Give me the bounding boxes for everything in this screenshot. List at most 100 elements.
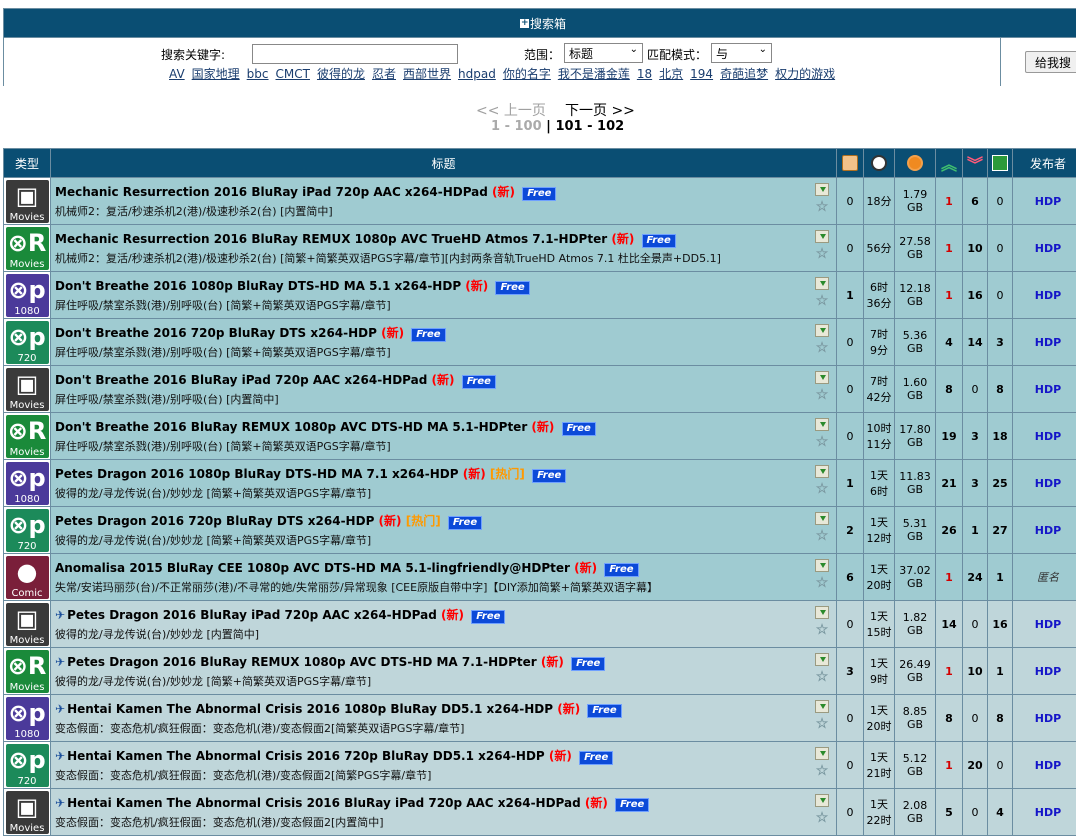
uploader-name[interactable]: HDP [1035,336,1061,349]
quick-link[interactable]: AV [169,67,185,81]
category-icon[interactable]: ▣ Movies [6,368,49,411]
torrent-title-link[interactable]: Petes Dragon 2016 BluRay REMUX 1080p AVC… [67,655,537,669]
quick-link[interactable]: 18 [637,67,652,81]
bookmark-star-icon[interactable]: ☆ [814,247,830,261]
bookmark-star-icon[interactable]: ☆ [814,200,830,214]
quick-link[interactable]: 你的名字 [503,67,551,81]
comments-cell[interactable]: 3 [837,648,864,695]
seeders-cell[interactable]: 14 [936,601,963,648]
header-seeders[interactable]: ︽ [936,149,963,178]
bookmark-star-icon[interactable]: ☆ [814,670,830,684]
quick-link[interactable]: 权力的游戏 [775,67,835,81]
completed-cell[interactable]: 8 [988,366,1013,413]
completed-cell[interactable]: 18 [988,413,1013,460]
completed-cell[interactable]: 1 [988,648,1013,695]
uploader-name[interactable]: HDP [1035,242,1061,255]
uploader-name[interactable]: HDP [1035,430,1061,443]
category-icon[interactable]: ▣ Movies [6,180,49,223]
leechers-cell[interactable]: 0 [963,789,988,836]
category-icon[interactable]: ⊗p 1080 [6,462,49,505]
leechers-cell[interactable]: 20 [963,742,988,789]
keyword-input[interactable] [252,44,458,64]
prev-page-link[interactable]: << 上一页 [476,100,546,120]
search-button[interactable]: 给我搜 [1025,51,1076,73]
quick-link[interactable]: 我不是潘金莲 [558,67,630,81]
comments-cell[interactable]: 0 [837,319,864,366]
leechers-cell[interactable]: 6 [963,178,988,225]
torrent-title-link[interactable]: Petes Dragon 2016 BluRay iPad 720p AAC x… [67,608,437,622]
seeders-cell[interactable]: 21 [936,460,963,507]
comments-cell[interactable]: 6 [837,554,864,601]
comments-cell[interactable]: 1 [837,460,864,507]
torrent-title-link[interactable]: Don't Breathe 2016 720p BluRay DTS x264-… [55,326,377,340]
quick-link[interactable]: 奇葩追梦 [720,67,768,81]
uploader-name[interactable]: HDP [1035,195,1061,208]
uploader-name[interactable]: HDP [1035,759,1061,772]
leechers-cell[interactable]: 0 [963,601,988,648]
download-icon[interactable] [815,794,829,807]
completed-cell[interactable]: 8 [988,695,1013,742]
bookmark-star-icon[interactable]: ☆ [814,811,830,825]
torrent-title-link[interactable]: Mechanic Resurrection 2016 BluRay iPad 7… [55,185,488,199]
leechers-cell[interactable]: 10 [963,648,988,695]
leechers-cell[interactable]: 16 [963,272,988,319]
completed-cell[interactable]: 25 [988,460,1013,507]
quick-link[interactable]: 194 [690,67,713,81]
leechers-cell[interactable]: 0 [963,695,988,742]
download-icon[interactable] [815,230,829,243]
category-icon[interactable]: ● Comic [6,556,49,599]
torrent-title-link[interactable]: Hentai Kamen The Abnormal Crisis 2016 Bl… [67,796,581,810]
download-icon[interactable] [815,653,829,666]
category-icon[interactable]: ▣ Movies [6,603,49,646]
download-icon[interactable] [815,324,829,337]
uploader-name[interactable]: HDP [1035,524,1061,537]
torrent-title-link[interactable]: Don't Breathe 2016 BluRay REMUX 1080p AV… [55,420,527,434]
comments-cell[interactable]: 0 [837,695,864,742]
leechers-cell[interactable]: 3 [963,460,988,507]
header-comments[interactable] [837,149,864,178]
completed-cell[interactable]: 3 [988,319,1013,366]
leechers-cell[interactable]: 1 [963,507,988,554]
seeders-cell[interactable]: 8 [936,695,963,742]
torrent-title-link[interactable]: Hentai Kamen The Abnormal Crisis 2016 10… [67,702,553,716]
comments-cell[interactable]: 0 [837,601,864,648]
comments-cell[interactable]: 0 [837,178,864,225]
leechers-cell[interactable]: 3 [963,413,988,460]
download-icon[interactable] [815,700,829,713]
seeders-cell[interactable]: 8 [936,366,963,413]
category-icon[interactable]: ⊗p 720 [6,509,49,552]
seeders-cell[interactable]: 1 [936,272,963,319]
seeders-cell[interactable]: 4 [936,319,963,366]
leechers-cell[interactable]: 0 [963,366,988,413]
completed-cell[interactable]: 4 [988,789,1013,836]
header-size[interactable] [895,149,936,178]
bookmark-star-icon[interactable]: ☆ [814,482,830,496]
torrent-title-link[interactable]: Don't Breathe 2016 BluRay iPad 720p AAC … [55,373,427,387]
match-select[interactable]: 与 ⌄ [711,43,772,63]
header-title[interactable]: 标题 [51,149,837,178]
comments-cell[interactable]: 0 [837,789,864,836]
bookmark-star-icon[interactable]: ☆ [814,576,830,590]
bookmark-star-icon[interactable]: ☆ [814,435,830,449]
bookmark-star-icon[interactable]: ☆ [814,529,830,543]
torrent-title-link[interactable]: Mechanic Resurrection 2016 BluRay REMUX … [55,232,607,246]
uploader-name[interactable]: HDP [1035,477,1061,490]
comments-cell[interactable]: 0 [837,366,864,413]
category-icon[interactable]: ⊗p 1080 [6,697,49,740]
bookmark-star-icon[interactable]: ☆ [814,294,830,308]
download-icon[interactable] [815,465,829,478]
seeders-cell[interactable]: 19 [936,413,963,460]
uploader-name[interactable]: HDP [1035,665,1061,678]
torrent-title-link[interactable]: Don't Breathe 2016 1080p BluRay DTS-HD M… [55,279,461,293]
uploader-name[interactable]: HDP [1035,712,1061,725]
header-time[interactable] [864,149,895,178]
bookmark-star-icon[interactable]: ☆ [814,623,830,637]
scope-select[interactable]: 标题 ⌄ [564,43,643,63]
category-icon[interactable]: ⊗R Movies [6,650,49,693]
leechers-cell[interactable]: 24 [963,554,988,601]
completed-cell[interactable]: 0 [988,225,1013,272]
category-icon[interactable]: ⊗R Movies [6,415,49,458]
quick-link[interactable]: hdpad [458,67,496,81]
seeders-cell[interactable]: 26 [936,507,963,554]
category-icon[interactable]: ▣ Movies [6,791,49,834]
